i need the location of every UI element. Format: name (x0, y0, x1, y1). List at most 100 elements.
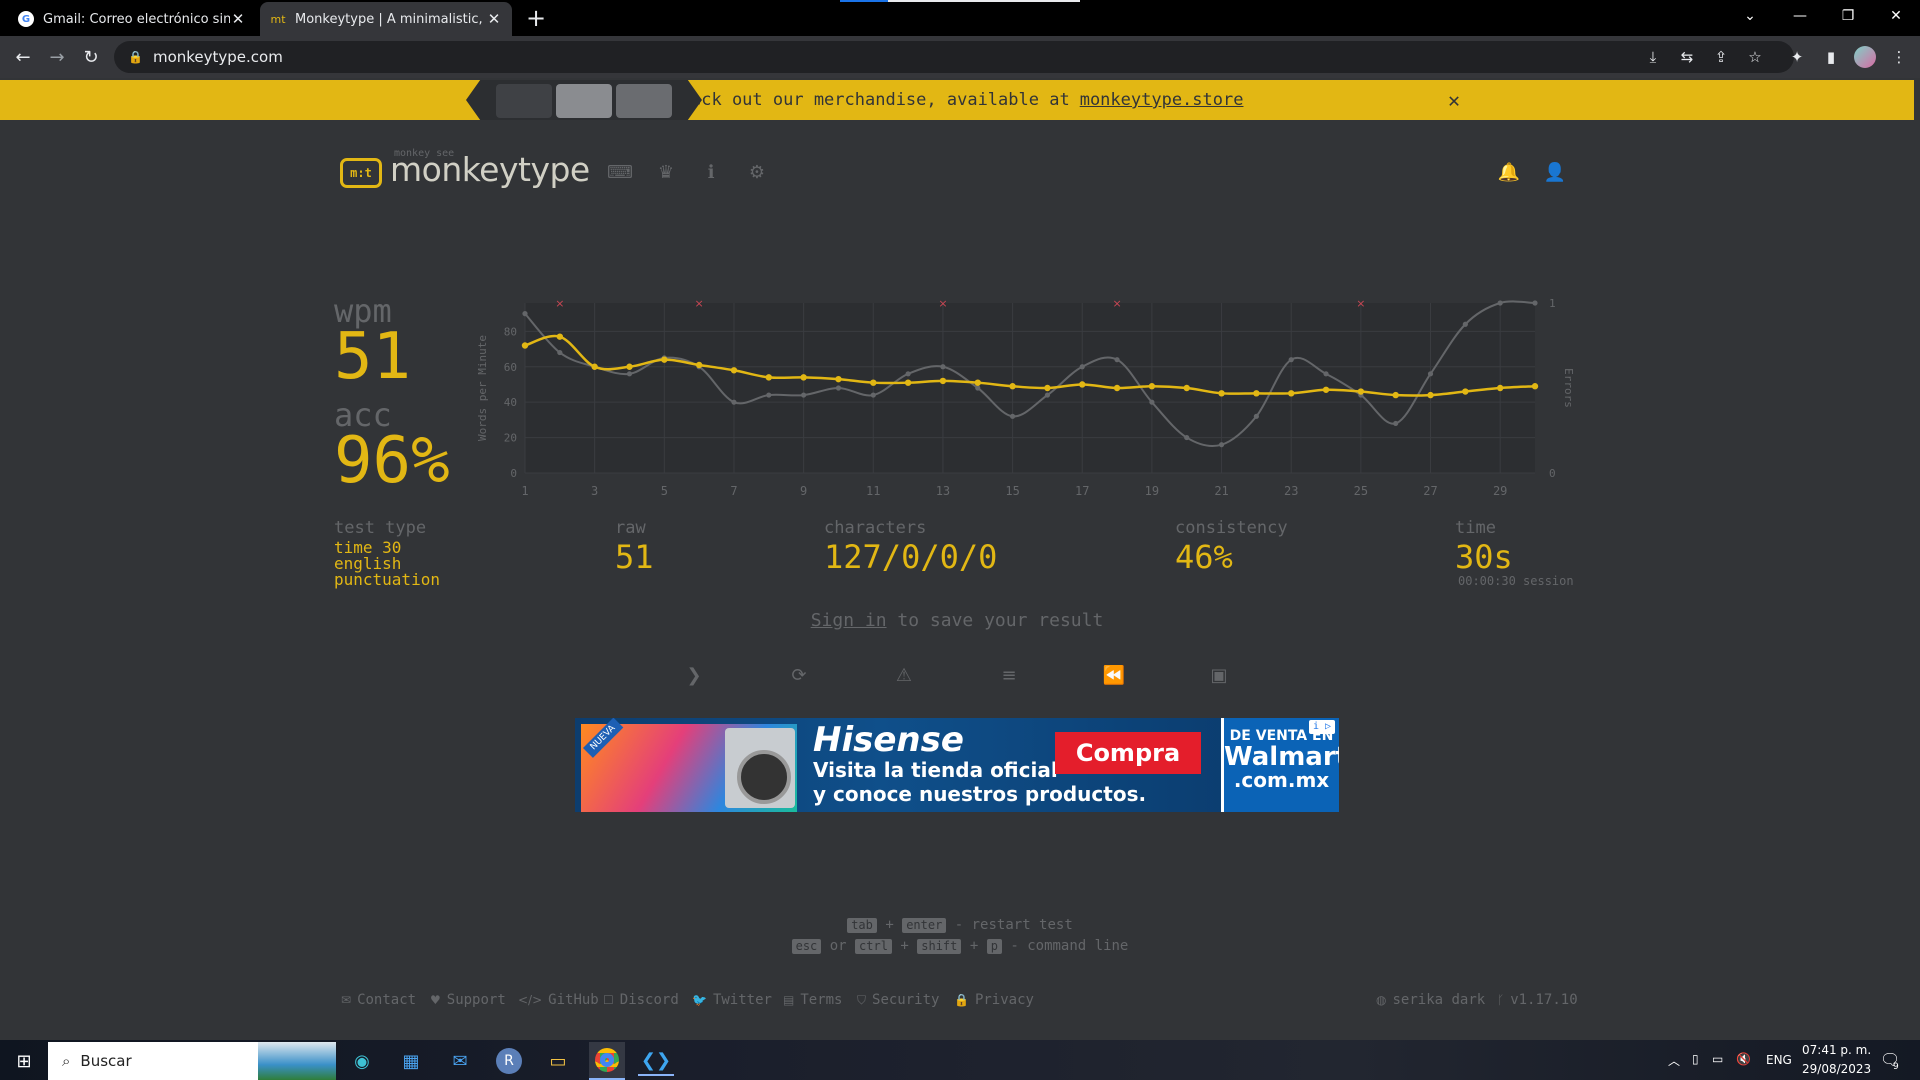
new-tab-button[interactable]: + (522, 4, 550, 32)
chart-y2-axis-label: Errors (1562, 368, 1575, 408)
vscode-icon[interactable]: ❮❯ (638, 1046, 674, 1076)
browser-menu-icon[interactable]: ⋮ (1884, 42, 1914, 72)
notifications-count: 9 (1893, 1062, 1899, 1072)
practice-words-button[interactable]: ⚠ (889, 662, 919, 688)
tray-device-icon[interactable]: ▯ (1692, 1052, 1699, 1066)
bookmark-star-icon[interactable]: ☆ (1740, 42, 1770, 72)
sign-in-link[interactable]: Sign in (811, 610, 887, 631)
search-highlight-image (258, 1042, 336, 1080)
chart-x-tick-label: 7 (730, 484, 737, 498)
back-button[interactable]: ← (8, 42, 38, 72)
tab-gmail[interactable]: G Gmail: Correo electrónico sin coste, ✕ (8, 2, 256, 36)
google-g-icon: G (18, 11, 34, 27)
toggle-words-history-button[interactable]: ≡ (994, 662, 1024, 688)
info-icon[interactable]: ℹ (699, 160, 723, 184)
time-session: 00:00:30 session (1458, 574, 1574, 588)
notifications-bell-icon[interactable]: 🔔 (1497, 160, 1521, 184)
close-tab-icon[interactable]: ✕ (486, 10, 502, 28)
wpm-point (1496, 384, 1504, 392)
store-link[interactable]: monkeytype.store (1080, 90, 1244, 110)
store-icon[interactable]: ▦ (393, 1046, 429, 1076)
error-marker: × (1112, 297, 1121, 310)
version-label: v1.17.10 (1510, 992, 1578, 1008)
next-test-button[interactable]: ❯ (679, 662, 709, 688)
minimize-button[interactable]: — (1776, 0, 1824, 32)
footer-theme[interactable]: ◍ serika dark (1376, 990, 1485, 1010)
r-app-icon[interactable]: R (491, 1046, 527, 1076)
windows-start-icon[interactable]: ⊞ (6, 1046, 42, 1076)
ad-washer-image (725, 728, 795, 808)
chart-y-tick-label: 0 (510, 467, 517, 480)
clock-date[interactable]: 29/08/2023 (1802, 1062, 1871, 1076)
footer-terms[interactable]: ▤ Terms (783, 990, 843, 1010)
merch-banner: Check out our merchandise, available at … (0, 80, 1914, 120)
install-app-icon[interactable]: ⤓ (1638, 42, 1668, 72)
language-indicator[interactable]: ENG (1766, 1053, 1792, 1067)
ad-choices-icon[interactable]: i ▷ (1309, 720, 1335, 734)
monkeytype-logo-icon[interactable]: m:t (340, 158, 382, 188)
raw-point (1009, 413, 1016, 419)
key-tab: tab (847, 918, 877, 933)
footer-privacy[interactable]: 🔒 Privacy (954, 990, 1034, 1010)
watch-replay-button[interactable]: ⏪ (1099, 662, 1129, 688)
raw-point (801, 392, 807, 398)
footer-discord[interactable]: ☐ Discord (603, 990, 679, 1010)
close-window-button[interactable]: ✕ (1872, 0, 1920, 32)
ad-brand: Hisense (813, 720, 964, 760)
translate-icon[interactable]: ⇆ (1672, 42, 1702, 72)
side-panel-icon[interactable]: ▮ (1816, 42, 1846, 72)
network-icon[interactable]: ▭ (1712, 1052, 1723, 1066)
footer-contact[interactable]: ✉ Contact (341, 990, 416, 1010)
footer-link-label: Privacy (974, 992, 1034, 1008)
footer-twitter[interactable]: 🐦 Twitter (692, 990, 772, 1010)
wpm-point (1531, 383, 1539, 390)
extensions-icon[interactable]: ✦ (1782, 42, 1812, 72)
repeat-test-button[interactable]: ⟳ (784, 662, 814, 688)
forward-button[interactable]: → (42, 42, 72, 72)
wpm-point (1009, 383, 1016, 390)
footer-security[interactable]: ⛉ Security (857, 990, 939, 1010)
document-icon: ▤ (783, 993, 795, 1007)
ad-line-2: y conoce nuestros productos. (813, 782, 1147, 806)
edge-icon[interactable]: ◉ (344, 1046, 380, 1076)
close-banner-button[interactable]: ✕ (1440, 86, 1468, 114)
raw-point (1184, 434, 1190, 441)
donate-icon: ♥ (430, 993, 441, 1007)
banner-text: Check out our merchandise, available at (670, 90, 1070, 110)
footer-github[interactable]: </> GitHub (518, 990, 599, 1010)
logo-text[interactable]: monkeytype (390, 150, 590, 189)
keyboard-icon[interactable]: ⌨ (607, 160, 633, 184)
settings-gear-icon[interactable]: ⚙ (745, 160, 769, 184)
tab-monkeytype[interactable]: mt Monkeytype | A minimalistic, custom ✕ (260, 2, 512, 36)
wpm-point (1218, 390, 1225, 397)
save-screenshot-button[interactable]: ▣ (1204, 662, 1234, 688)
raw-point (1323, 371, 1329, 377)
account-user-icon[interactable]: 👤 (1543, 160, 1567, 184)
error-marker: × (555, 297, 564, 310)
file-explorer-icon[interactable]: ▭ (540, 1046, 576, 1076)
volume-icon[interactable]: 🔇 (1736, 1052, 1751, 1066)
taskbar-search-input[interactable]: ⌕ Buscar (48, 1042, 336, 1080)
address-bar[interactable]: 🔒 monkeytype.com (114, 41, 1794, 73)
footer-version[interactable]: ᚴ v1.17.10 (1497, 990, 1578, 1010)
chrome-icon[interactable] (589, 1042, 625, 1080)
share-icon[interactable]: ⇪ (1706, 42, 1736, 72)
footer-link-label: Discord (619, 992, 679, 1008)
restore-button[interactable]: ❐ (1824, 0, 1872, 32)
crown-icon[interactable]: ♛ (654, 160, 678, 184)
characters-label: characters (824, 518, 927, 538)
clock-time[interactable]: 07:41 p. m. (1802, 1043, 1871, 1057)
tray-chevron-icon[interactable]: ︿ (1668, 1052, 1680, 1069)
ad-retailer-line-2: Walmart (1224, 742, 1339, 772)
tab-search-icon[interactable]: ⌄ (1726, 0, 1774, 32)
reload-button[interactable]: ↻ (76, 42, 106, 72)
key-ctrl: ctrl (855, 939, 892, 954)
wpm-point (1148, 383, 1156, 390)
mail-icon[interactable]: ✉ (442, 1046, 478, 1076)
close-tab-icon[interactable]: ✕ (230, 10, 246, 28)
ad-cta-button[interactable]: Compra (1055, 732, 1201, 774)
footer-support[interactable]: ♥ Support (430, 990, 506, 1010)
profile-avatar[interactable] (1850, 42, 1880, 72)
wpm-point (1462, 388, 1469, 395)
advertisement-banner[interactable]: NUEVA Hisense Visita la tienda oficial y… (575, 718, 1339, 812)
